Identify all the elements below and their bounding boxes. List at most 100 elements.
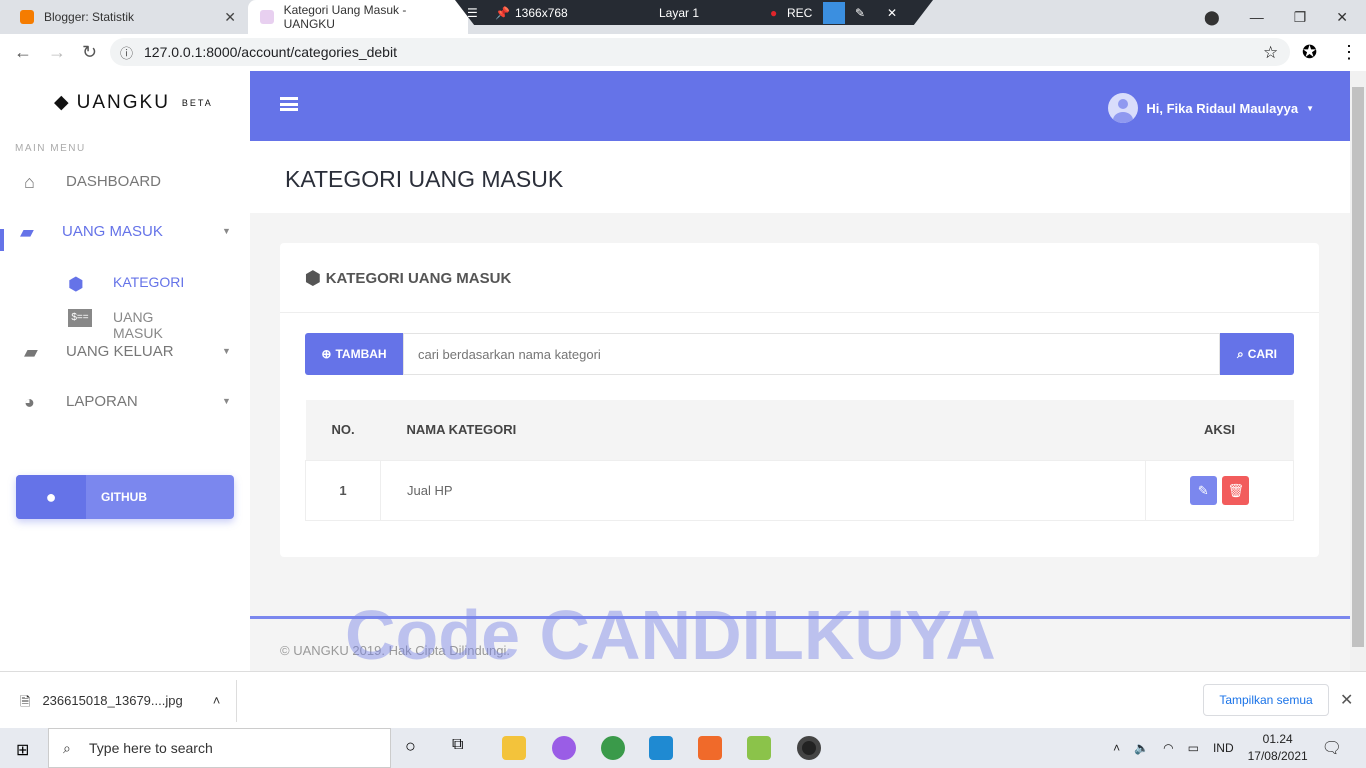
table-header: NO. NAMA KATEGORI AKSI — [305, 400, 1294, 460]
chevron-up-icon[interactable]: ˄ — [1113, 741, 1120, 755]
search-icon: ⌕ — [63, 739, 71, 756]
item-label: UANG MASUK — [62, 222, 163, 240]
github-button[interactable]: ● GITHUB — [16, 475, 234, 519]
page-header: KATEGORI UANG MASUK — [250, 141, 1350, 213]
xampp-icon[interactable] — [698, 736, 722, 760]
diamond-icon: ◆ — [54, 92, 71, 113]
item-label: DASHBOARD — [66, 172, 162, 190]
wifi-icon[interactable]: ◠ — [1163, 741, 1173, 755]
cube-icon: ⬢ — [305, 268, 321, 288]
brand-logo[interactable]: ◆ UANGKU BETA — [54, 91, 213, 114]
add-label: TAMBAH — [335, 347, 387, 361]
scrollbar-thumb[interactable] — [1352, 87, 1364, 647]
restore-icon[interactable]: ❐ — [1294, 9, 1307, 26]
edit-button[interactable]: ✎ — [1189, 475, 1217, 505]
info-icon[interactable]: ⓘ — [120, 43, 133, 62]
tab-label: Blogger: Statistik — [44, 10, 135, 24]
screen-recorder-toolbar: ☰ 📌 1366x768 Layar 1 ● REC ✎ ✕ — [455, 0, 933, 25]
show-all-button[interactable]: Tampilkan semua — [1203, 684, 1329, 716]
search-icon: ⌕ — [1236, 346, 1244, 361]
vscode-icon[interactable] — [649, 736, 673, 760]
caret-down-icon: ▼ — [222, 226, 231, 236]
window-controls: ⬤ — ❐ ✕ — [1204, 0, 1366, 34]
battery-icon[interactable]: ▭ — [1188, 741, 1199, 755]
taskbar-search[interactable]: ⌕ Type here to search — [48, 728, 391, 768]
card-title: ⬢ KATEGORI UANG MASUK — [305, 268, 511, 289]
item-label: UANG MASUK — [113, 309, 163, 341]
task-view-icon[interactable]: ⧉ — [452, 736, 476, 760]
add-button[interactable]: ⊕ TAMBAH — [305, 333, 403, 375]
item-label: UANG KELUAR — [66, 342, 174, 360]
file-icon: 🗎 — [20, 694, 31, 709]
pen-icon[interactable]: ✎ — [855, 6, 865, 20]
volume-icon[interactable]: 🔈 — [1134, 741, 1149, 755]
back-icon[interactable]: ← — [14, 42, 34, 63]
taskbar: ⊞ ⌕ Type here to search ○ ⧉ ˄ 🔈 ◠ ▭ IND … — [0, 728, 1366, 768]
cell-action: ✎ 🗑 — [1145, 459, 1294, 521]
divider — [280, 312, 1319, 313]
categories-table: NO. NAMA KATEGORI AKSI 1 Jual HP ✎ 🗑 — [305, 400, 1294, 521]
download-item[interactable]: 🗎 236615018_13679....jpg ˄ — [20, 693, 220, 715]
close-icon[interactable]: ✕ — [1340, 690, 1353, 710]
chevron-up-icon[interactable]: ˄ — [213, 693, 221, 715]
chrome-icon[interactable] — [601, 736, 625, 760]
close-icon[interactable]: ✕ — [887, 6, 897, 20]
layer-label: Layar 1 — [659, 5, 700, 20]
card-title-text: KATEGORI UANG MASUK — [325, 270, 512, 287]
brand-tag: BETA — [181, 97, 213, 108]
language-indicator[interactable]: IND — [1213, 741, 1234, 755]
recorder-icon[interactable] — [797, 736, 821, 760]
github-label: GITHUB — [101, 490, 147, 504]
tab-kategori[interactable]: Kategori Uang Masuk - UANGKU — [248, 0, 468, 34]
system-tray: ˄ 🔈 ◠ ▭ IND 01.24 17/08/2021 🗨 — [1113, 728, 1366, 768]
rec-label[interactable]: REC — [787, 6, 812, 20]
hamburger-menu-icon[interactable] — [280, 97, 298, 111]
app-icon[interactable] — [747, 736, 771, 760]
pin-icon[interactable]: 📌 — [495, 6, 510, 20]
close-window-icon[interactable]: ✕ — [1336, 9, 1348, 26]
reload-icon[interactable]: ↻ — [82, 42, 102, 63]
item-label: KATEGORI — [113, 274, 185, 290]
minimize-icon[interactable]: — — [1250, 9, 1264, 25]
menu-icon[interactable]: ☰ — [467, 6, 478, 20]
more-menu-icon[interactable]: ⋮ — [1340, 42, 1358, 63]
download-filename: 236615018_13679....jpg — [42, 693, 183, 708]
tab-label: Kategori Uang Masuk - UANGKU — [283, 3, 407, 31]
sidebar: ◆ UANGKU BETA MAIN MENU ⌂ DASHBOARD ▰ UA… — [0, 71, 250, 671]
tab-blogger[interactable]: Blogger: Statistik ✕ — [8, 0, 248, 34]
scrollbar[interactable] — [1350, 71, 1366, 671]
wallet-icon: ▰ — [20, 222, 34, 242]
clock[interactable]: 01.24 17/08/2021 — [1248, 731, 1308, 765]
site-favicon-icon — [260, 10, 274, 24]
cortana-icon[interactable]: ○ — [405, 736, 429, 760]
caret-down-icon: ▼ — [222, 346, 231, 356]
record-icon[interactable]: ● — [770, 6, 777, 20]
search-placeholder: Type here to search — [89, 740, 213, 756]
pie-chart-icon: ◕ — [24, 392, 35, 412]
windows-start-icon[interactable]: ⊞ — [16, 740, 29, 760]
pause-button[interactable] — [823, 2, 845, 24]
extension-icon[interactable]: ✪ — [1302, 42, 1317, 63]
caret-down-icon: ▼ — [1306, 103, 1314, 113]
url-input[interactable]: ⓘ 127.0.0.1:8000/account/categories_debi… — [110, 38, 1290, 66]
app-icon[interactable] — [552, 736, 576, 760]
col-action: AKSI — [1145, 400, 1294, 460]
search-input[interactable] — [403, 333, 1220, 375]
notification-icon[interactable]: 🗨 — [1322, 738, 1342, 758]
divider — [236, 680, 237, 722]
url-text: 127.0.0.1:8000/account/categories_debit — [144, 44, 397, 60]
col-no: NO. — [305, 400, 381, 460]
user-menu[interactable]: Hi, Fika Ridaul Maulayya ▼ — [1108, 93, 1314, 123]
bookmark-star-icon[interactable]: ☆ — [1263, 43, 1278, 63]
forward-icon[interactable]: → — [48, 42, 68, 63]
categories-card: ⬢ KATEGORI UANG MASUK ⊕ TAMBAH ⌕ CARI NO… — [280, 243, 1319, 557]
delete-button[interactable]: 🗑 — [1222, 475, 1250, 505]
footer: © UANGKU 2019. Hak Cipta Dilindungi. — [250, 616, 1350, 671]
address-bar: ← → ↻ ⓘ 127.0.0.1:8000/account/categorie… — [0, 34, 1366, 71]
blogger-icon — [20, 10, 34, 24]
search-button[interactable]: ⌕ CARI — [1220, 333, 1294, 375]
close-tab-icon[interactable]: ✕ — [224, 9, 236, 26]
file-explorer-icon[interactable] — [502, 736, 526, 760]
profile-dropdown-icon[interactable]: ⬤ — [1204, 9, 1220, 26]
top-navbar: Hi, Fika Ridaul Maulayya ▼ — [250, 71, 1350, 141]
